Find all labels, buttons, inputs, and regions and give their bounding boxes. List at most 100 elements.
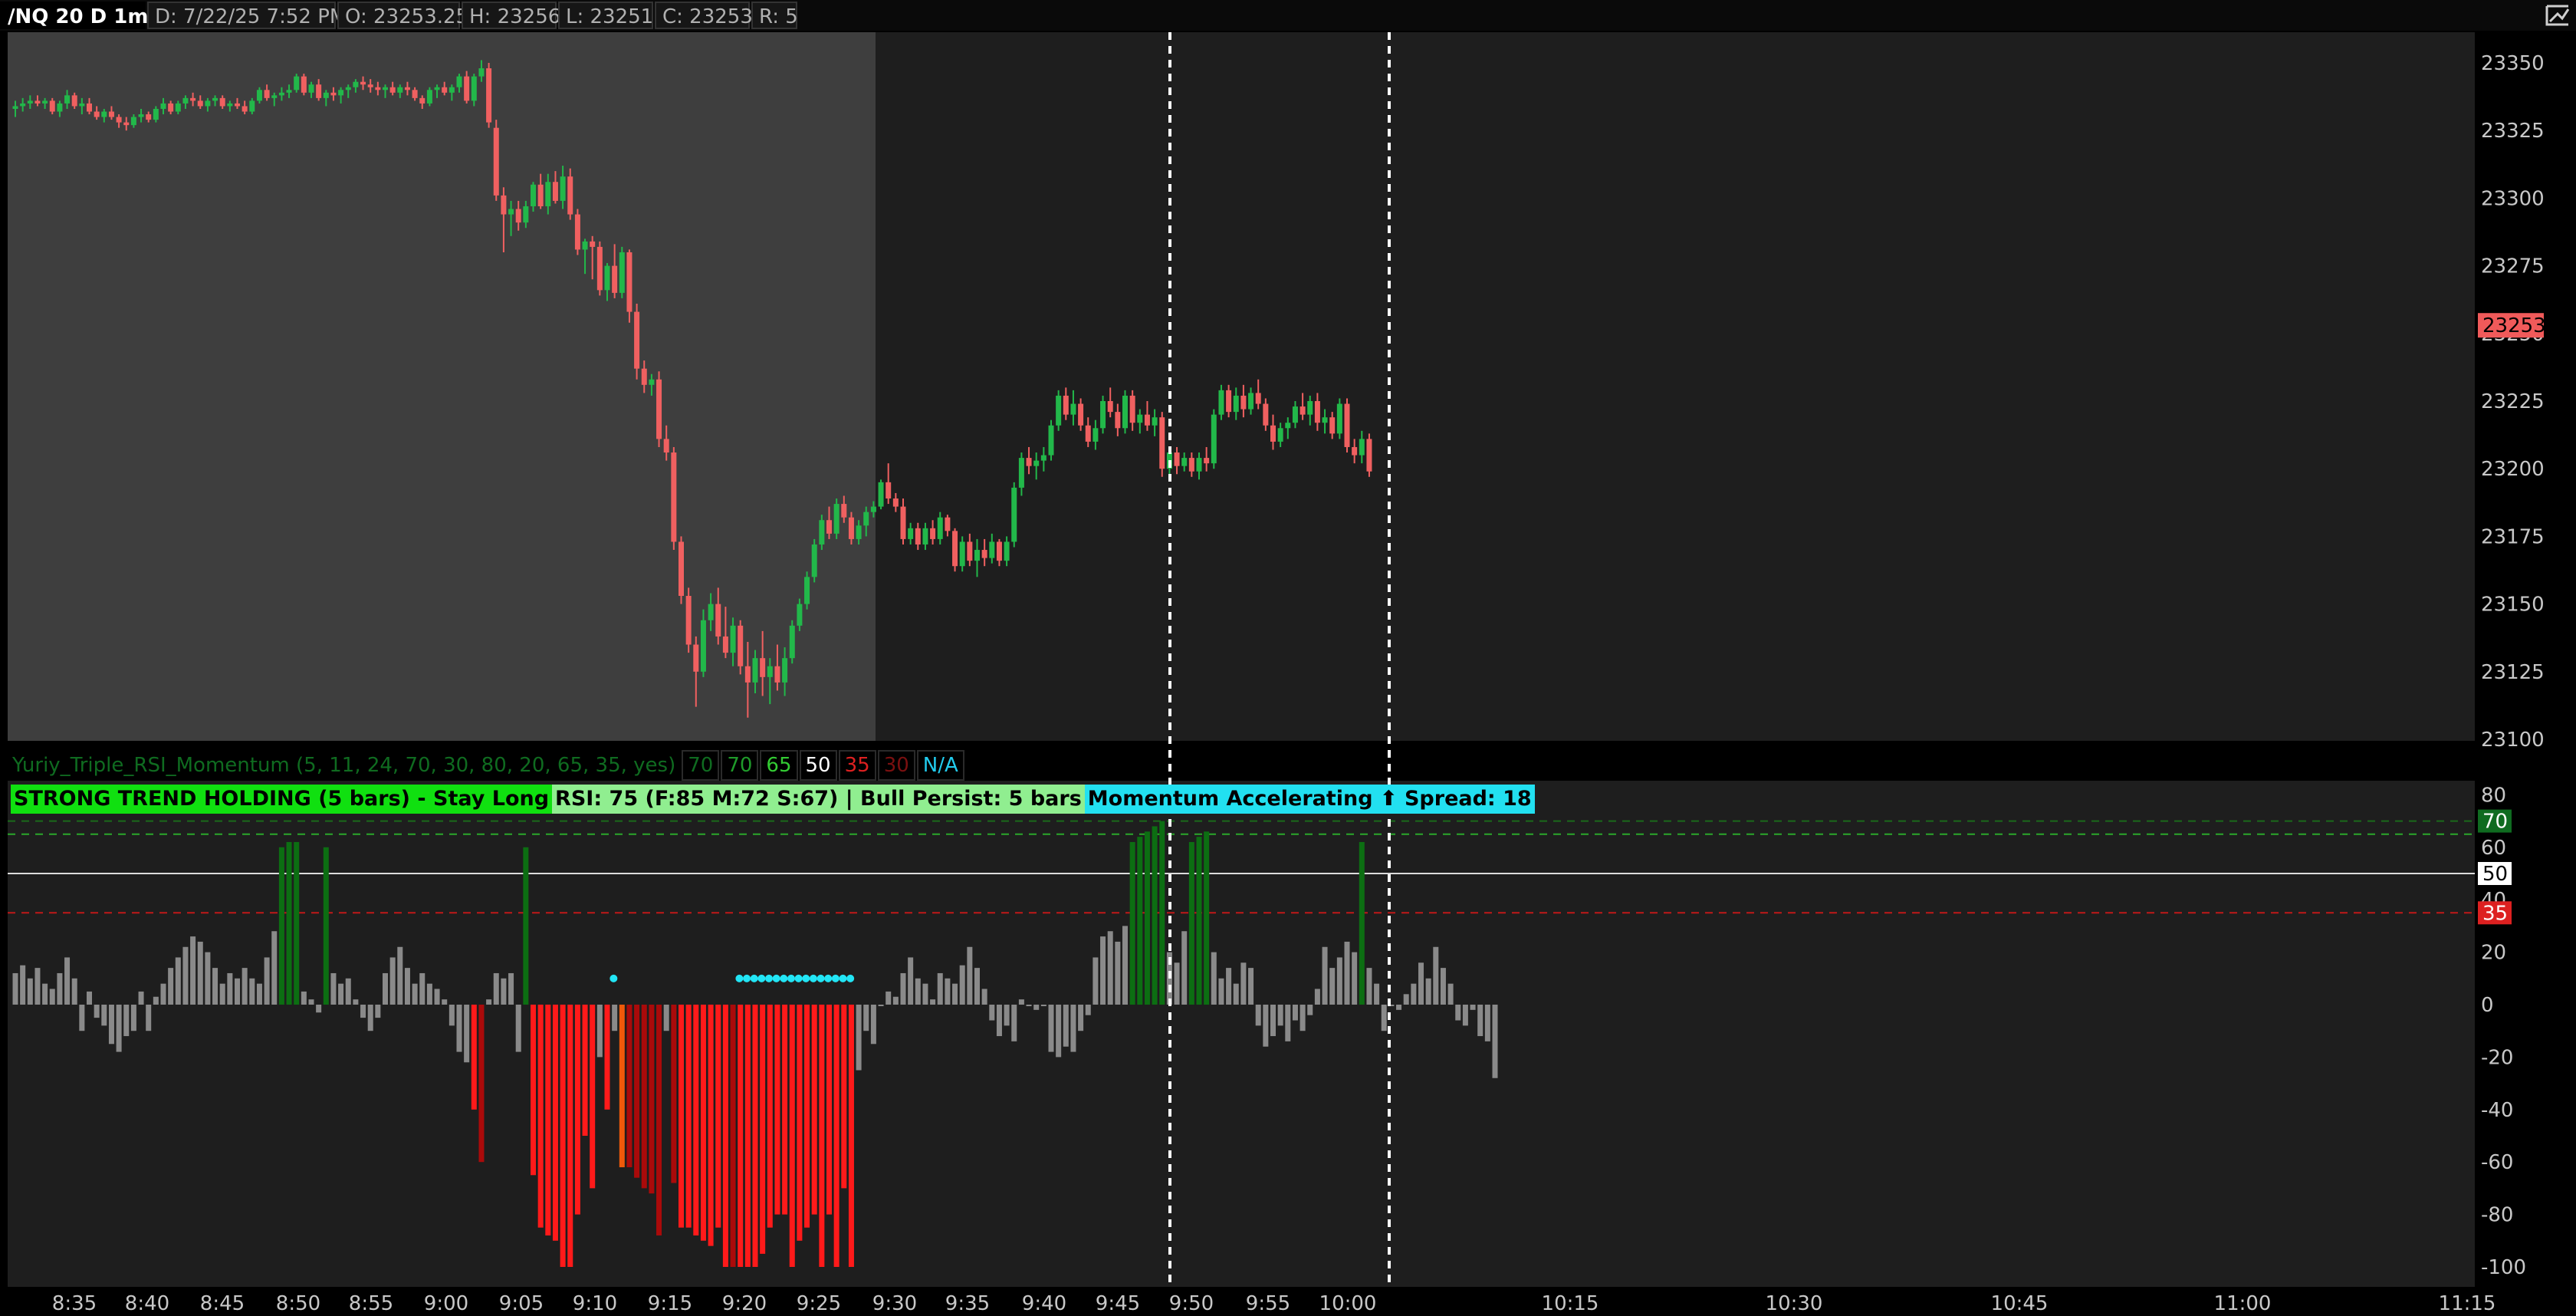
candle-body (389, 87, 396, 93)
candle-body (1048, 425, 1054, 456)
histogram-bar (323, 847, 329, 1005)
candle-body (1033, 460, 1040, 466)
histogram-bar (471, 1005, 477, 1110)
candle-body (1056, 395, 1062, 426)
histogram-bar (1477, 1005, 1484, 1037)
histogram-bar (1211, 952, 1217, 1005)
candle-body (531, 184, 536, 206)
histogram-bar (878, 1005, 884, 1006)
chart-settings-icon[interactable] (2542, 2, 2573, 29)
candle-body (71, 95, 77, 107)
candle-body (64, 95, 71, 104)
histogram-bar (442, 999, 448, 1005)
histogram-bar (663, 1005, 669, 1031)
candle-body (1011, 487, 1017, 542)
candle-body (175, 103, 181, 112)
study-header[interactable]: Yuriy_Triple_RSI_Momentum (5, 11, 24, 70… (8, 750, 964, 781)
indicator-level-label: 70 (2482, 811, 2508, 834)
histogram-bar (1033, 1005, 1040, 1010)
indicator-tick-label: 20 (2481, 942, 2506, 965)
histogram-bar (301, 991, 307, 1005)
candle-body (1092, 428, 1099, 442)
candle-body (760, 658, 766, 677)
histogram-bar (1107, 931, 1113, 1005)
histogram-bar (493, 972, 499, 1005)
candle-body (604, 265, 610, 291)
candle-body (434, 87, 440, 90)
acceleration-dot (824, 974, 833, 982)
candle-body (856, 525, 862, 539)
histogram-bar (937, 972, 943, 1005)
histogram-bar (404, 968, 410, 1005)
candle-body (190, 97, 196, 101)
candle-body (1322, 417, 1328, 423)
candle-body (219, 97, 225, 107)
candle-body (641, 368, 647, 385)
candle-body (619, 252, 625, 293)
symbol-label[interactable]: /NQ 20 D 1m (0, 2, 148, 29)
histogram-bar (1329, 968, 1336, 1005)
time-tick-label: 8:35 (52, 1292, 97, 1315)
histogram-bar (863, 1005, 869, 1031)
histogram-bar (1188, 841, 1194, 1005)
candle-body (1040, 455, 1046, 461)
candle-body (249, 100, 255, 112)
histogram-bar (456, 1005, 462, 1052)
candle-body (886, 482, 892, 499)
candle-body (863, 512, 869, 526)
price-axis-ticks: 2335023325233002327523250232252320023175… (2478, 52, 2546, 752)
candle-body (182, 97, 189, 104)
histogram-bar (952, 983, 958, 1005)
candle-body (1174, 452, 1180, 466)
histogram-bar (1277, 1005, 1283, 1026)
candle-body (878, 482, 884, 507)
time-tick-label: 10:15 (1542, 1292, 1599, 1315)
candle-body (286, 90, 292, 93)
time-tick-label: 9:50 (1169, 1292, 1214, 1315)
candle-body (1026, 458, 1032, 466)
acceleration-dot (757, 974, 766, 982)
candle-body (1188, 458, 1194, 472)
study-name[interactable]: Yuriy_Triple_RSI_Momentum (5, 11, 24, 70… (8, 752, 680, 779)
histogram-bar (930, 999, 936, 1005)
histogram-bar (64, 957, 71, 1005)
candle-body (1078, 403, 1084, 426)
candle-body (442, 87, 448, 93)
candle-body (123, 122, 130, 126)
candle-body (1255, 393, 1261, 404)
histogram-bar (1018, 999, 1024, 1005)
histogram-bar (722, 1005, 728, 1267)
histogram-bar (330, 972, 337, 1005)
candle-body (693, 644, 699, 672)
histogram-bar (478, 1005, 485, 1163)
histogram-bar (87, 991, 92, 1005)
histogram-bar (108, 1005, 114, 1045)
histogram-bar (1336, 957, 1342, 1005)
candle-body (560, 176, 566, 201)
candle-body (79, 103, 85, 107)
chart-header: /NQ 20 D 1m D: 7/22/25 7:52 PM O: 23253.… (0, 0, 2576, 31)
candle-body (1211, 414, 1217, 464)
histogram-bar (552, 1005, 558, 1241)
candle-body (101, 111, 107, 117)
histogram-bar (1144, 831, 1150, 1005)
histogram-bar (42, 983, 48, 1005)
indicator-tick-label: -20 (2481, 1046, 2513, 1069)
histogram-bar (626, 1005, 632, 1168)
time-tick-label: 9:55 (1246, 1292, 1290, 1315)
candle-body (1300, 406, 1306, 415)
candle-body (700, 620, 706, 672)
histogram-bar (27, 978, 33, 1005)
histogram-bar (219, 983, 225, 1005)
histogram-bar (774, 1005, 780, 1215)
candle-body (1344, 403, 1350, 447)
histogram-bar (353, 999, 359, 1005)
candle-body (744, 666, 751, 683)
histogram-bar (523, 847, 529, 1005)
momentum-label: Momentum Accelerating ⬆ Spread: 18 (1084, 785, 1535, 814)
low-readout: L: 23251 (558, 2, 653, 29)
histogram-bar (419, 972, 426, 1005)
histogram-bar (811, 1005, 817, 1215)
signal-labels: STRONG TREND HOLDING (5 bars) - Stay Lon… (11, 785, 1535, 814)
candle-body (271, 95, 278, 98)
